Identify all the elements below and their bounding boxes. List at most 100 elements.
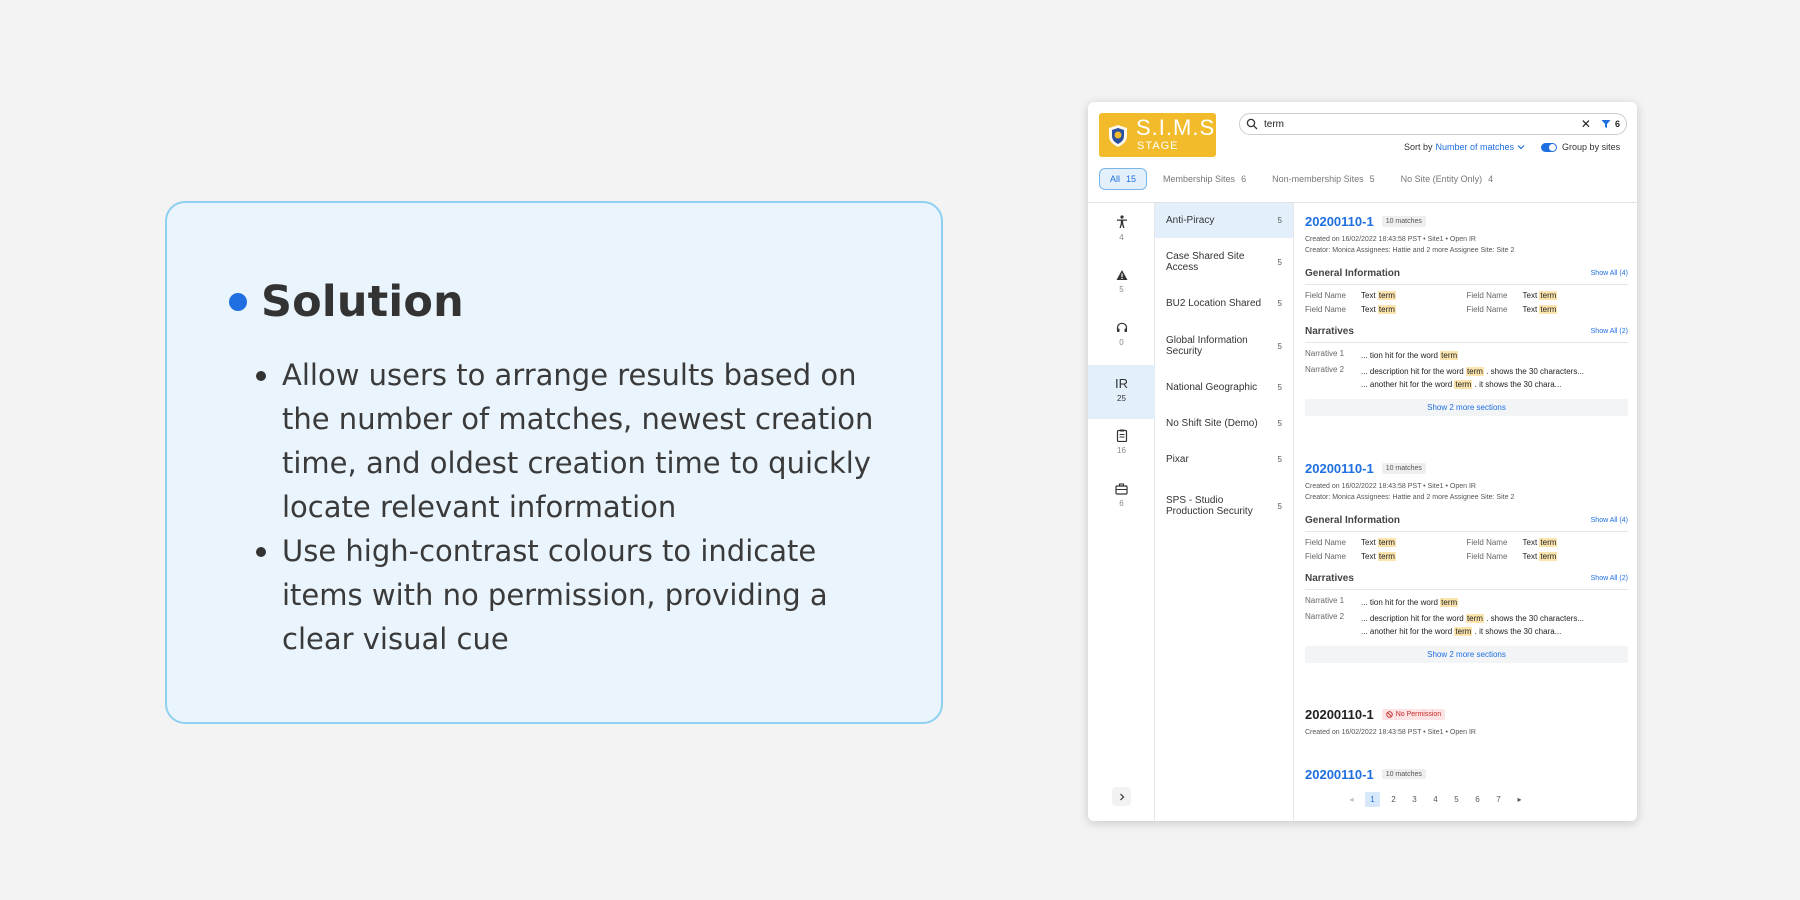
category-rail: 4 5 0 IR 25 16 6: [1088, 203, 1155, 821]
solution-heading: Solution: [229, 277, 464, 327]
rail-item-briefcase[interactable]: 6: [1088, 483, 1155, 508]
field-grid: Field Name Text term Field Name Text term …: [1305, 538, 1628, 561]
solution-bullets: Allow users to arrange results based on …: [256, 353, 902, 661]
logo-subtitle: STAGE: [1137, 140, 1179, 152]
result-card: 20200110-1 10 matches Created on 16/02/2…: [1305, 214, 1628, 416]
result-card: 20200110-1 10 matches Created on 16/02/2…: [1305, 461, 1628, 663]
pagination: ◂ 1 2 3 4 5 6 7 ▸: [1344, 792, 1533, 807]
field-name: Field Name: [1466, 291, 1508, 300]
field-name: Field Name: [1305, 305, 1346, 314]
site-count: 5: [1277, 216, 1282, 225]
filter-icon[interactable]: [1601, 119, 1611, 129]
page-3[interactable]: 3: [1407, 792, 1422, 807]
tab-all[interactable]: All 15: [1099, 168, 1148, 190]
match-count-badge: 10 matches: [1381, 216, 1426, 227]
prev-page-icon[interactable]: ◂: [1344, 792, 1359, 807]
match-count-badge: 10 matches: [1381, 463, 1426, 474]
site-name: BU2 Location Shared: [1166, 297, 1262, 309]
search-icon: [1246, 118, 1258, 130]
field-name: Field Name: [1466, 538, 1508, 547]
show-all-link[interactable]: Show All (2): [1591, 575, 1628, 582]
site-count: 5: [1277, 298, 1282, 308]
rail-item-warning[interactable]: 5: [1088, 269, 1155, 294]
page-7[interactable]: 7: [1491, 792, 1506, 807]
rail-item-person[interactable]: 4: [1088, 215, 1155, 242]
result-id-link[interactable]: 20200110-1: [1305, 767, 1374, 779]
show-all-link[interactable]: Show All (4): [1591, 270, 1628, 277]
warning-icon: [1116, 270, 1127, 280]
rail-count: 4: [1119, 233, 1124, 242]
tab-count: 4: [1488, 174, 1494, 184]
rail-count: 0: [1119, 338, 1124, 347]
tab-membership-sites[interactable]: Membership Sites 6: [1153, 169, 1256, 189]
page-1[interactable]: 1: [1365, 792, 1380, 807]
page-4[interactable]: 4: [1428, 792, 1443, 807]
expand-sidebar-button[interactable]: [1112, 787, 1131, 806]
tab-non-membership-sites[interactable]: Non-membership Sites 5: [1262, 169, 1385, 189]
site-name: No Shift Site (Demo): [1166, 417, 1258, 429]
person-icon: [1116, 215, 1127, 228]
result-id-link[interactable]: 20200110-1: [1305, 214, 1374, 229]
tab-no-site[interactable]: No Site (Entity Only) 4: [1391, 169, 1504, 189]
result-card-partial: 20200110-1 10 matches: [1305, 767, 1628, 779]
site-item-national-geographic[interactable]: National Geographic 5: [1155, 377, 1293, 397]
field-value: Text term: [1522, 538, 1558, 547]
field-name: Field Name: [1305, 538, 1346, 547]
show-all-link[interactable]: Show All (4): [1591, 517, 1628, 524]
show-more-sections-button[interactable]: Show 2 more sections: [1305, 646, 1628, 663]
rail-count: 16: [1117, 446, 1126, 455]
tab-count: 5: [1369, 174, 1375, 184]
search-input[interactable]: term: [1264, 119, 1581, 130]
rail-item-headset[interactable]: 0: [1088, 322, 1155, 347]
site-item-global-info-sec[interactable]: Global Information Security 5: [1155, 331, 1293, 361]
field-value: Text term: [1361, 305, 1396, 314]
clear-search-icon[interactable]: ✕: [1581, 117, 1591, 131]
headset-icon: [1116, 322, 1127, 332]
chevron-down-icon[interactable]: [1517, 143, 1525, 151]
field-name: Field Name: [1305, 291, 1346, 300]
group-by-sites-label: Group by sites: [1562, 142, 1621, 152]
show-all-link[interactable]: Show All (2): [1591, 328, 1628, 335]
narrative-text: ... description hit for the word term . …: [1361, 614, 1585, 636]
site-name: Pixar: [1166, 453, 1189, 465]
rail-item-clipboard[interactable]: 16: [1088, 429, 1155, 455]
site-item-sps[interactable]: SPS - Studio Production Security 5: [1155, 491, 1293, 521]
tab-label: Membership Sites: [1163, 174, 1236, 184]
show-more-sections-button[interactable]: Show 2 more sections: [1305, 399, 1628, 416]
field-name: Field Name: [1466, 305, 1508, 314]
page-5[interactable]: 5: [1449, 792, 1464, 807]
next-page-icon[interactable]: ▸: [1512, 792, 1527, 807]
page-6[interactable]: 6: [1470, 792, 1485, 807]
sort-dropdown[interactable]: Number of matches: [1436, 142, 1515, 152]
narrative-name: Narrative 1: [1305, 596, 1345, 605]
site-item-case-shared[interactable]: Case Shared Site Access 5: [1155, 247, 1293, 277]
solution-bullet: Allow users to arrange results based on …: [256, 353, 902, 529]
result-card-no-permission: 20200110-1 No Permission Created on 16/0…: [1305, 707, 1628, 738]
narrative-text: ... description hit for the word term . …: [1361, 367, 1585, 389]
search-bar[interactable]: term ✕ 6: [1239, 113, 1627, 135]
site-item-anti-piracy[interactable]: Anti-Piracy 5: [1155, 203, 1293, 238]
sort-label: Sort by: [1404, 142, 1433, 152]
filter-count[interactable]: 6: [1615, 119, 1620, 129]
site-list: Anti-Piracy 5 Case Shared Site Access 5 …: [1155, 203, 1294, 821]
site-count: 5: [1277, 382, 1282, 392]
result-id: 20200110-1: [1305, 707, 1374, 722]
page-2[interactable]: 2: [1386, 792, 1401, 807]
narrative-text: ... tion hit for the word term: [1361, 598, 1459, 607]
site-item-pixar[interactable]: Pixar 5: [1155, 449, 1293, 469]
tab-count: 15: [1126, 174, 1137, 184]
tab-label: No Site (Entity Only): [1400, 174, 1483, 184]
section-title: General Information: [1305, 268, 1401, 279]
site-name: Anti-Piracy: [1166, 215, 1215, 226]
site-count: 5: [1277, 418, 1282, 428]
group-by-sites-toggle[interactable]: [1541, 142, 1558, 152]
rail-item-ir[interactable]: IR 25: [1088, 365, 1155, 419]
clipboard-icon: [1116, 429, 1127, 442]
sims-logo[interactable]: S.I.M.S. STAGE: [1099, 113, 1221, 157]
site-item-no-shift[interactable]: No Shift Site (Demo) 5: [1155, 413, 1293, 433]
site-item-bu2[interactable]: BU2 Location Shared 5: [1155, 293, 1293, 313]
result-id-link[interactable]: 20200110-1: [1305, 461, 1374, 476]
site-count: 5: [1277, 341, 1282, 351]
solution-title: Solution: [261, 277, 464, 327]
site-name: Global Information Security: [1166, 335, 1248, 357]
